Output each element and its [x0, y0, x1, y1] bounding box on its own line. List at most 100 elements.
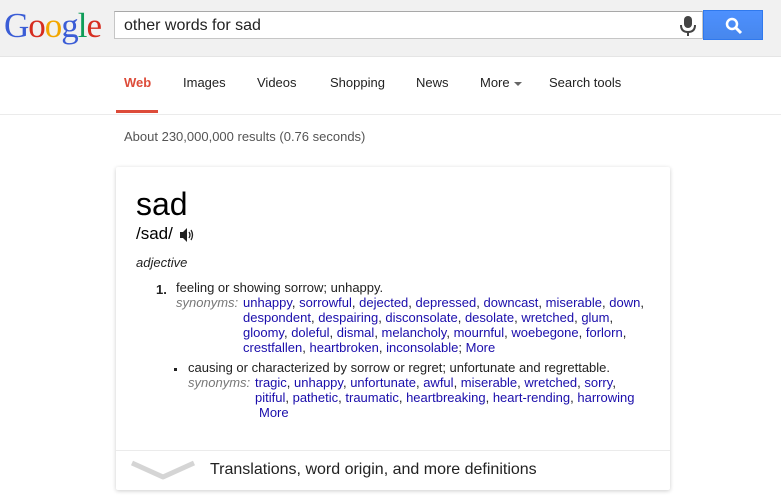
synonym-link[interactable]: traumatic — [345, 390, 398, 405]
logo-letter: o — [28, 6, 45, 45]
separator: , — [329, 325, 337, 340]
separator: , — [408, 295, 416, 310]
header: Google — [0, 0, 781, 57]
synonym-link[interactable]: heart-rending — [493, 390, 570, 405]
separator: , — [285, 390, 293, 405]
synonyms-line: tragic, unhappy, unfortunate, awful, mis… — [255, 375, 616, 390]
synonym-link[interactable]: forlorn — [586, 325, 623, 340]
phonetic: /sad/ — [136, 224, 173, 243]
synonyms-line: pitiful, pathetic, traumatic, heartbreak… — [255, 390, 634, 405]
logo-letter: l — [77, 6, 88, 45]
separator: , — [398, 390, 407, 405]
tab-images[interactable]: Images — [183, 75, 226, 90]
synonym-link[interactable]: heartbroken — [309, 340, 378, 355]
tab-more-label: More — [480, 75, 510, 90]
synonym-link[interactable]: glum — [581, 310, 609, 325]
more-synonyms-link[interactable]: More — [466, 340, 496, 355]
synonym-link[interactable]: gloomy — [243, 325, 284, 340]
synonym-link[interactable]: unfortunate — [350, 375, 416, 390]
search-button[interactable] — [703, 10, 763, 40]
logo-letter: g — [61, 6, 78, 45]
synonym-link[interactable]: tragic — [255, 375, 287, 390]
search-icon — [725, 17, 743, 35]
chevron-down-icon[interactable] — [130, 459, 196, 481]
separator: , — [578, 325, 586, 340]
logo-letter: G — [4, 6, 29, 45]
search-box[interactable] — [114, 11, 703, 39]
synonym-link[interactable]: woebegone — [511, 325, 578, 340]
synonym-link[interactable]: inconsolable — [386, 340, 458, 355]
divider — [116, 450, 670, 451]
synonym-link[interactable]: unhappy — [243, 295, 292, 310]
sense-2-definition: causing or characterized by sorrow or re… — [188, 360, 611, 375]
separator: ; — [458, 340, 466, 355]
separator: , — [622, 325, 627, 340]
separator: , — [640, 295, 644, 310]
separator: , — [374, 325, 382, 340]
synonym-link[interactable]: miserable — [546, 295, 602, 310]
sense-1-definition: feeling or showing sorrow; unhappy. — [176, 280, 384, 295]
synonym-link[interactable]: wretched — [521, 310, 574, 325]
synonym-link[interactable]: wretched — [524, 375, 577, 390]
synonyms-line: despondent, despairing, disconsolate, de… — [243, 310, 613, 325]
synonym-link[interactable]: sorrowful — [299, 295, 352, 310]
bullet — [174, 368, 177, 371]
synonym-link[interactable]: heartbreaking — [406, 390, 486, 405]
separator: , — [609, 310, 614, 325]
synonym-link[interactable]: down — [609, 295, 640, 310]
part-of-speech: adjective — [136, 255, 188, 270]
logo-letter: e — [86, 6, 103, 45]
synonym-link[interactable]: desolate — [465, 310, 514, 325]
dictionary-card: sad /sad/ adjective 1. feeling or showin… — [116, 167, 670, 490]
caret-down-icon — [513, 81, 522, 86]
synonym-link[interactable]: unhappy — [294, 375, 343, 390]
synonym-link[interactable]: depressed — [416, 295, 477, 310]
separator: , — [457, 310, 465, 325]
synonym-link[interactable]: dismal — [337, 325, 375, 340]
tab-news[interactable]: News — [416, 75, 449, 90]
active-tab-indicator — [116, 110, 158, 113]
logo-letter: o — [44, 6, 62, 45]
results-count: About 230,000,000 results (0.76 seconds) — [124, 129, 366, 144]
synonym-link[interactable]: harrowing — [577, 390, 634, 405]
synonym-link[interactable]: pathetic — [293, 390, 339, 405]
more-definitions-link[interactable]: Translations, word origin, and more defi… — [210, 461, 537, 479]
separator: , — [446, 325, 454, 340]
synonym-link[interactable]: miserable — [461, 375, 517, 390]
separator: , — [286, 375, 295, 390]
synonyms-line: gloomy, doleful, dismal, melancholy, mou… — [243, 325, 626, 340]
synonyms-line: crestfallen, heartbroken, inconsolable; … — [243, 340, 495, 355]
synonyms-label: synonyms: — [188, 375, 251, 390]
speaker-icon[interactable] — [179, 227, 195, 243]
synonym-link[interactable]: downcast — [483, 295, 538, 310]
separator: , — [538, 295, 546, 310]
definition-word: sad — [136, 186, 188, 222]
google-logo[interactable]: Google — [4, 6, 103, 46]
synonym-link[interactable]: awful — [423, 375, 453, 390]
sense-number: 1. — [156, 282, 167, 297]
separator: , — [485, 390, 493, 405]
synonym-link[interactable]: despondent — [243, 310, 311, 325]
tab-shopping[interactable]: Shopping — [330, 75, 385, 90]
synonym-link[interactable]: sorry — [584, 375, 612, 390]
search-tabs: Web Images Videos Shopping News More Sea… — [0, 57, 781, 115]
synonym-link[interactable]: despairing — [318, 310, 378, 325]
synonym-link[interactable]: mournful — [454, 325, 505, 340]
tab-search-tools[interactable]: Search tools — [549, 75, 621, 90]
synonym-link[interactable]: disconsolate — [385, 310, 457, 325]
synonym-link[interactable]: doleful — [291, 325, 329, 340]
tab-more[interactable]: More — [480, 75, 522, 90]
synonyms-line: unhappy, sorrowful, dejected, depressed,… — [243, 295, 644, 310]
tab-videos[interactable]: Videos — [257, 75, 297, 90]
microphone-icon[interactable] — [678, 15, 698, 37]
synonym-link[interactable]: melancholy — [382, 325, 447, 340]
search-input[interactable] — [124, 17, 664, 35]
synonym-link[interactable]: dejected — [359, 295, 408, 310]
synonyms-label: synonyms: — [176, 295, 239, 310]
synonym-link[interactable]: crestfallen — [243, 340, 302, 355]
tab-web[interactable]: Web — [124, 75, 151, 90]
more-synonyms-link[interactable]: More — [259, 405, 289, 420]
separator: , — [612, 375, 616, 390]
separator: , — [453, 375, 461, 390]
synonym-link[interactable]: pitiful — [255, 390, 285, 405]
